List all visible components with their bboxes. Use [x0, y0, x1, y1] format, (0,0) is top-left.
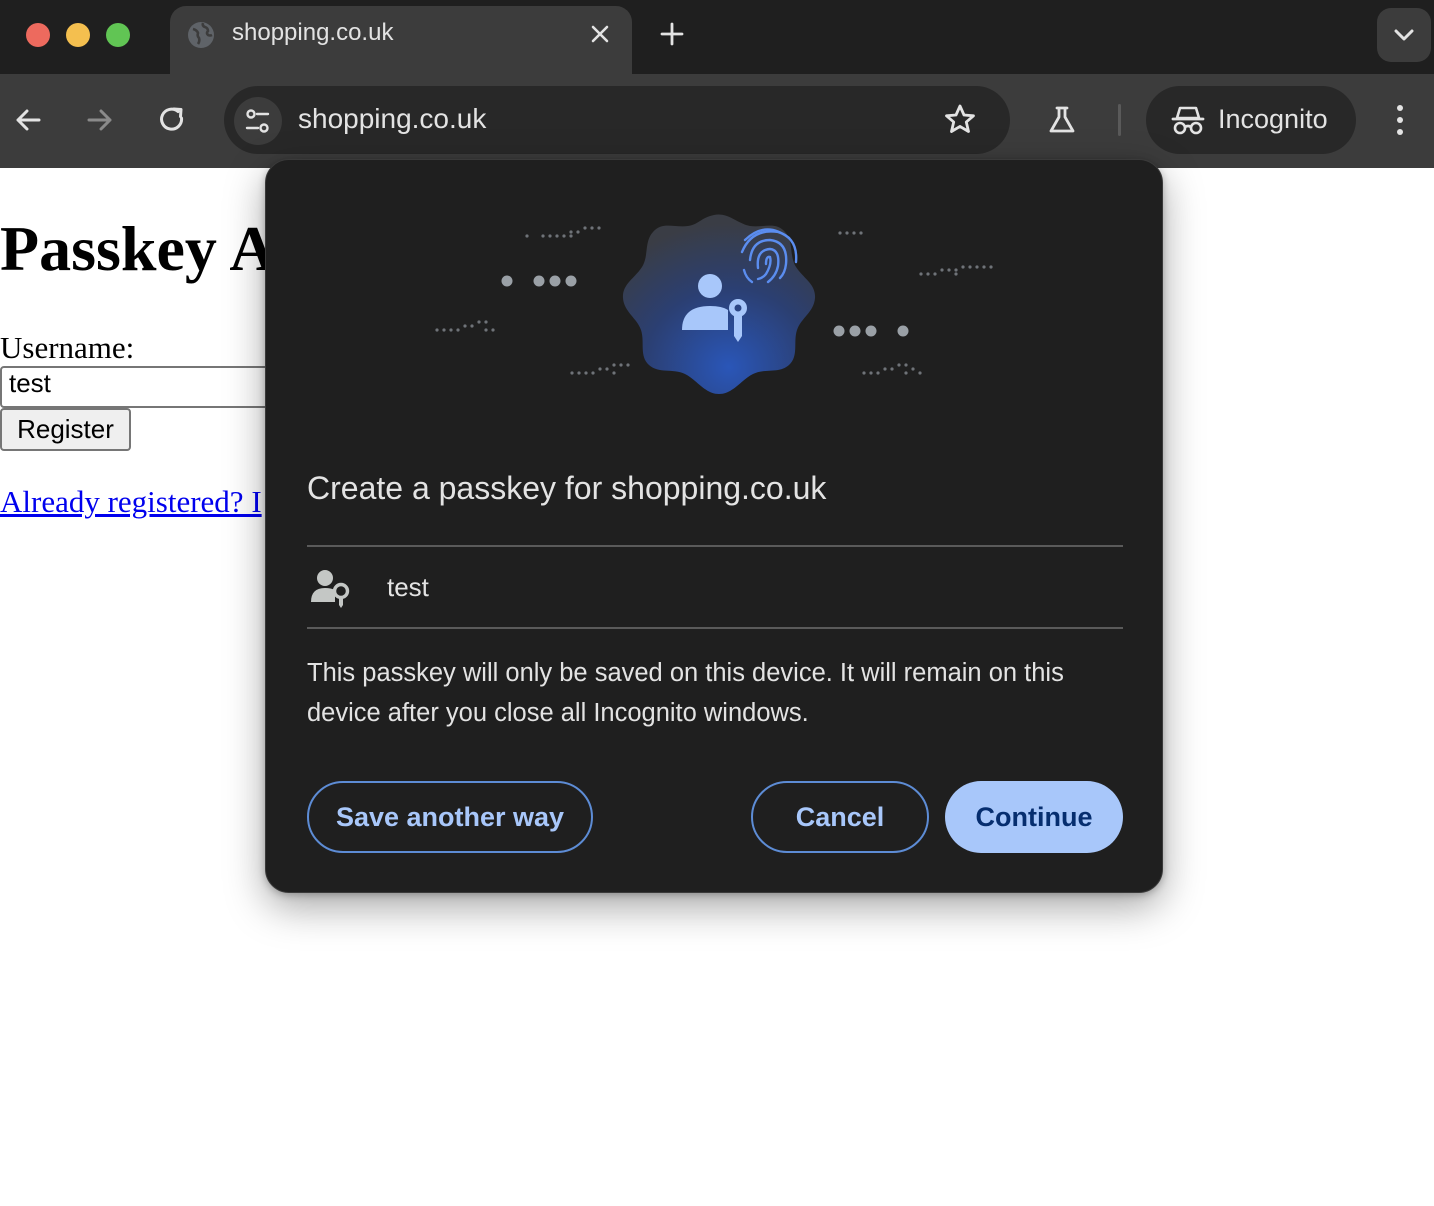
passkey-dialog: Create a passkey for shopping.co.uk test… [265, 159, 1163, 893]
chevron-down-icon [1394, 29, 1414, 41]
tab-title: shopping.co.uk [232, 19, 394, 46]
tune-icon [245, 109, 270, 133]
toolbar: shopping.co.uk Incognito [0, 74, 1434, 168]
dialog-title: Create a passkey for shopping.co.uk [307, 470, 827, 506]
back-arrow-icon[interactable] [8, 100, 48, 140]
incognito-label: Incognito [1218, 104, 1328, 134]
site-info-button[interactable] [234, 97, 282, 145]
register-button[interactable]: Register [0, 408, 131, 451]
divider [307, 545, 1123, 547]
passkey-illustration [435, 214, 993, 394]
username-label: Username: [0, 330, 135, 365]
cancel-button[interactable]: Cancel [751, 781, 929, 853]
url-text[interactable]: shopping.co.uk [298, 103, 486, 135]
divider [307, 627, 1123, 629]
incognito-indicator[interactable]: Incognito [1146, 86, 1356, 154]
save-another-way-button[interactable]: Save another way [307, 781, 593, 853]
address-bar[interactable]: shopping.co.uk [224, 86, 1010, 154]
close-window-button[interactable] [26, 23, 50, 47]
forward-arrow-icon[interactable] [80, 100, 120, 140]
dialog-description: This passkey will only be saved on this … [307, 659, 1064, 727]
bookmark-star-icon[interactable] [940, 100, 980, 140]
continue-button[interactable]: Continue [945, 781, 1123, 853]
incognito-icon [1171, 106, 1205, 135]
page-title: Passkey A [0, 213, 276, 284]
new-tab-plus-icon[interactable] [654, 16, 690, 52]
already-registered-link[interactable]: Already registered? I [0, 484, 262, 520]
username-input[interactable]: test [0, 366, 300, 408]
toolbar-divider [1118, 104, 1121, 136]
labs-flask-icon[interactable] [1042, 100, 1082, 140]
account-name: test [387, 572, 429, 602]
maximize-window-button[interactable] [106, 23, 130, 47]
tab-strip: shopping.co.uk [0, 0, 1434, 74]
close-icon[interactable] [584, 18, 616, 50]
tab-search-button[interactable] [1377, 8, 1431, 62]
reload-icon[interactable] [152, 100, 192, 140]
more-menu-icon[interactable] [1380, 100, 1420, 140]
globe-icon [188, 22, 214, 48]
passkey-account-icon [311, 570, 350, 608]
minimize-window-button[interactable] [66, 23, 90, 47]
active-tab[interactable]: shopping.co.uk [170, 6, 632, 74]
